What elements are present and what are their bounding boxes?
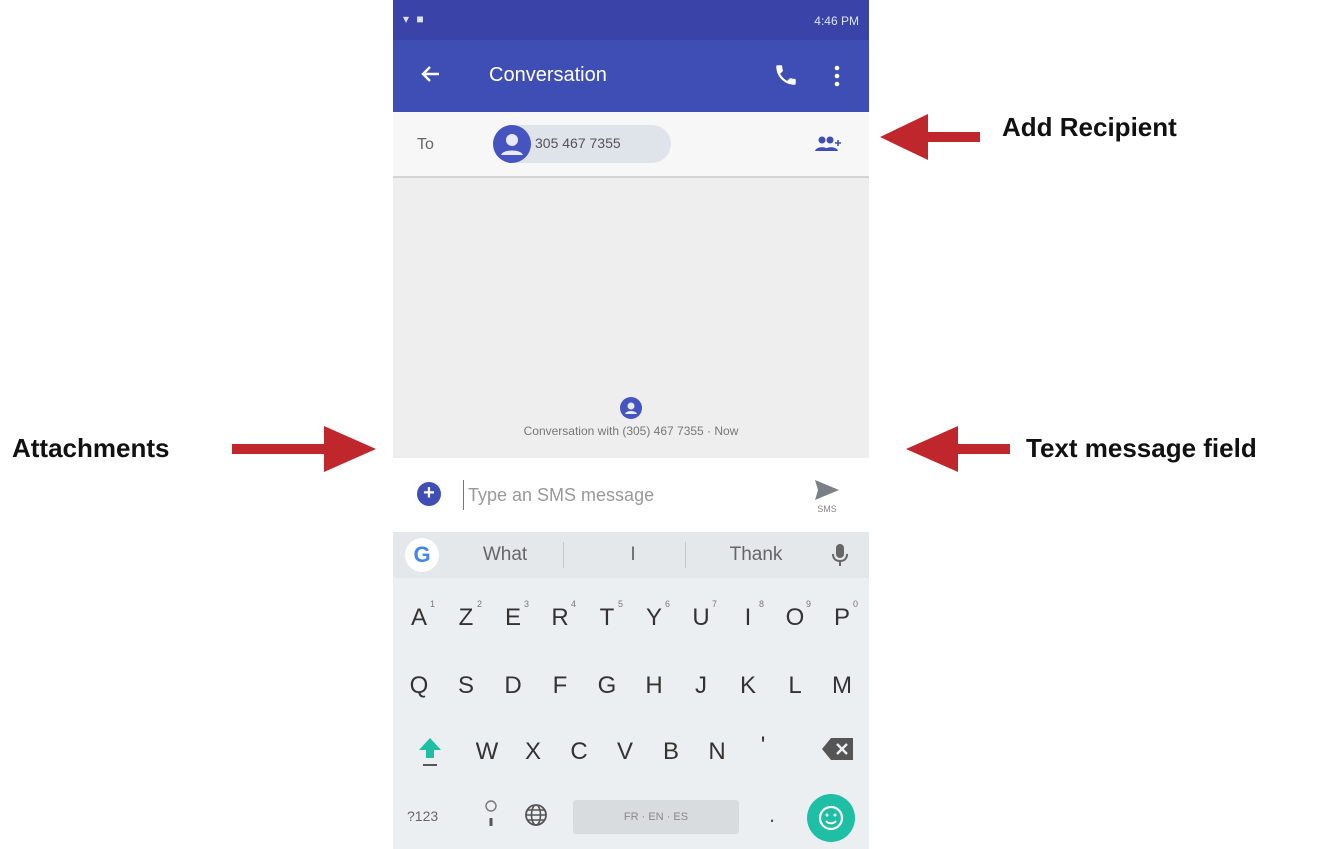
recipient-chip[interactable]: 305 467 7355 (493, 125, 671, 163)
keyboard: G What I Thank A1 Z2 E3 R4 T5 Y6 U7 I8 O… (393, 532, 869, 849)
emoji-enter-key-icon[interactable] (807, 794, 855, 842)
suggestion-3[interactable]: Thank (721, 544, 791, 566)
back-arrow-icon[interactable] (417, 60, 445, 88)
status-bar: ▾ ■ 4:46 PM (393, 0, 869, 40)
key-c[interactable]: C (559, 724, 599, 780)
key-d[interactable]: D (493, 658, 533, 714)
attachment-add-icon[interactable]: + (417, 482, 441, 506)
key-f[interactable]: F (540, 658, 580, 714)
key-l[interactable]: L (775, 658, 815, 714)
message-input[interactable] (463, 480, 780, 510)
recipient-bar: To 305 467 7355 (393, 112, 869, 178)
backspace-icon[interactable] (821, 736, 855, 762)
annotation-add-recipient: Add Recipient (1002, 112, 1177, 142)
key-s[interactable]: S (446, 658, 486, 714)
conversation-area: Conversation with (305) 467 7355 · Now (393, 178, 869, 458)
send-label: SMS (817, 504, 837, 514)
key-q[interactable]: Q (399, 658, 439, 714)
key-w[interactable]: W (467, 724, 507, 780)
key-u[interactable]: U7 (681, 590, 721, 646)
key-y[interactable]: Y6 (634, 590, 674, 646)
attachments-arrow-icon (232, 426, 376, 477)
avatar (493, 125, 531, 163)
key-m[interactable]: M (822, 658, 862, 714)
phone-screen: ▾ ■ 4:46 PM Conversation To 305 467 7355 (393, 0, 869, 849)
annotation-attachments: Attachments (12, 433, 170, 463)
key-e[interactable]: E3 (493, 590, 533, 646)
phone-call-icon[interactable] (773, 62, 799, 88)
google-g-icon[interactable]: G (405, 538, 439, 572)
suggestion-bar: G What I Thank (393, 532, 869, 578)
globe-icon[interactable] (523, 802, 549, 828)
annotation-text-message-field: Text message field (1026, 433, 1257, 463)
key-r[interactable]: R4 (540, 590, 580, 646)
text-field-arrow-icon (906, 426, 1010, 477)
key-k[interactable]: K (728, 658, 768, 714)
key-n[interactable]: N (697, 724, 737, 780)
status-left-icons: ▾ ■ (403, 12, 426, 26)
app-bar: Conversation (393, 40, 869, 112)
suggestion-1[interactable]: What (475, 544, 535, 566)
add-recipient-arrow-icon (880, 114, 980, 165)
period-key[interactable]: . (769, 802, 775, 828)
more-options-icon[interactable] (829, 62, 845, 90)
key-i[interactable]: I8 (728, 590, 768, 646)
key-x[interactable]: X (513, 724, 553, 780)
space-key[interactable]: FR · EN · ES (573, 800, 739, 834)
compose-bar: + SMS (393, 458, 869, 532)
key-apostrophe[interactable]: ' (743, 718, 783, 774)
shift-key-icon[interactable] (413, 726, 447, 776)
divider (685, 542, 686, 568)
microphone-icon[interactable] (831, 542, 849, 568)
key-o[interactable]: O9 (775, 590, 815, 646)
divider (563, 542, 564, 568)
contact-icon (620, 397, 642, 419)
add-recipient-icon[interactable] (813, 134, 843, 154)
symbols-key[interactable]: ?123 (407, 808, 438, 824)
status-time: 4:46 PM (814, 14, 859, 28)
key-j[interactable]: J (681, 658, 721, 714)
key-b[interactable]: B (651, 724, 691, 780)
key-h[interactable]: H (634, 658, 674, 714)
conversation-info: Conversation with (305) 467 7355 · Now (523, 424, 739, 438)
key-v[interactable]: V (605, 724, 645, 780)
emoji-comma-key-icon[interactable] (481, 798, 501, 832)
recipient-number: 305 467 7355 (535, 135, 621, 151)
suggestion-2[interactable]: I (613, 544, 653, 566)
key-g[interactable]: G (587, 658, 627, 714)
key-t[interactable]: T5 (587, 590, 627, 646)
send-button[interactable]: SMS (805, 472, 849, 516)
key-a[interactable]: A1 (399, 590, 439, 646)
key-p[interactable]: P0 (822, 590, 862, 646)
to-label: To (417, 136, 434, 153)
page-title: Conversation (489, 64, 607, 86)
key-z[interactable]: Z2 (446, 590, 486, 646)
